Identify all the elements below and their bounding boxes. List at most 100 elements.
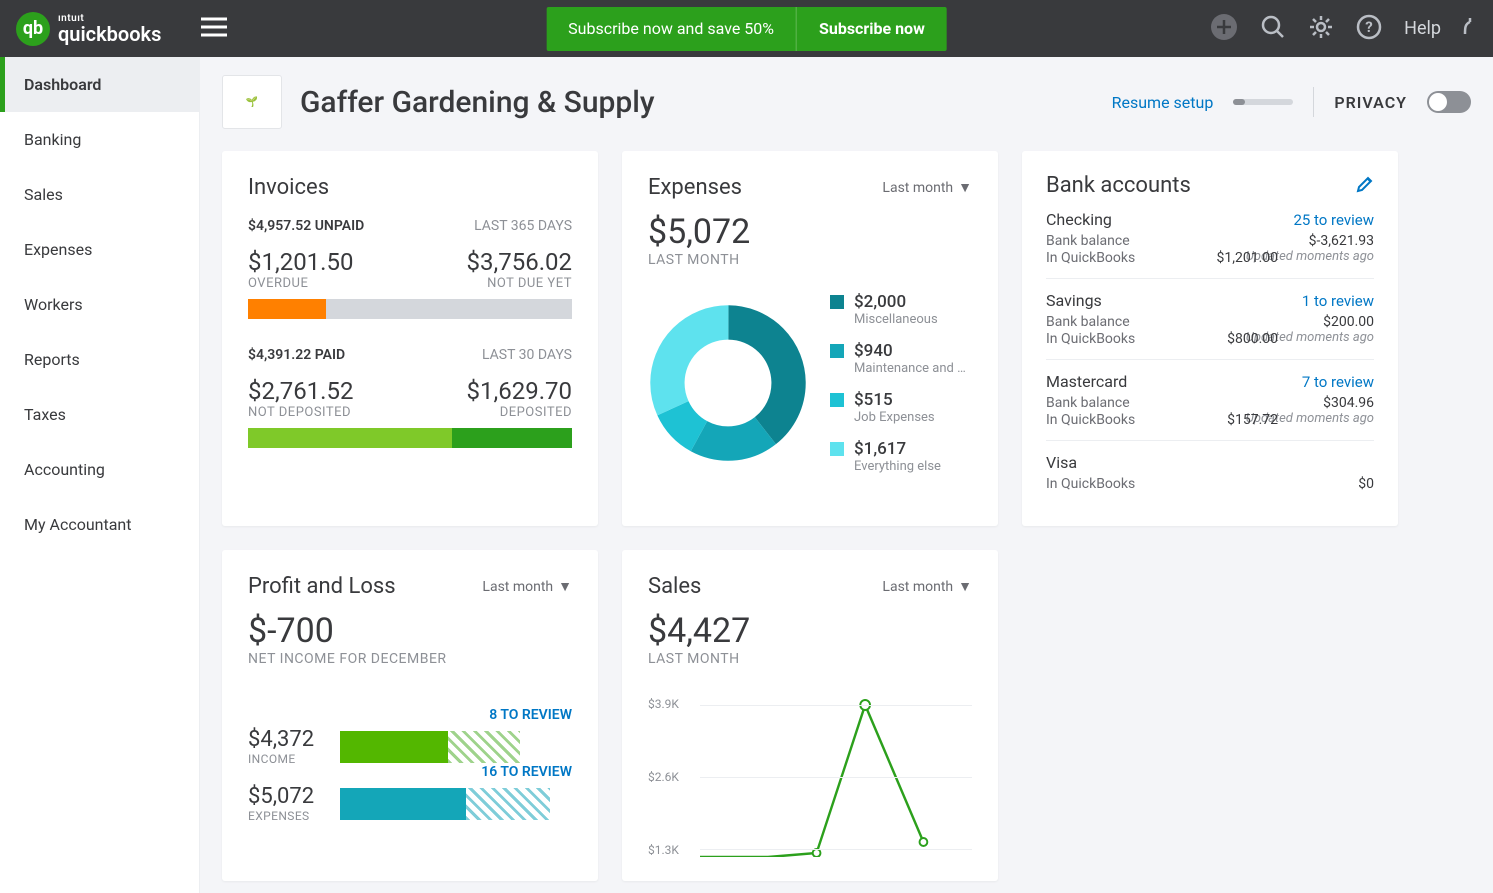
legend-swatch <box>830 393 844 407</box>
bank-balance-value: $200.00 <box>1323 314 1374 330</box>
card-title: Invoices <box>248 175 572 200</box>
card-title: Bank accounts <box>1046 173 1191 198</box>
period-label: Last month <box>882 180 953 196</box>
pl-period-select[interactable]: Last month ▼ <box>482 578 572 595</box>
add-icon[interactable] <box>1210 13 1238 45</box>
bank-balance-value: $-3,621.93 <box>1309 233 1374 249</box>
invoices-overdue-amount: $1,201.50 <box>248 248 353 276</box>
invoices-paid-amount: $4,391.22 PAID <box>248 347 345 363</box>
invoices-notdep-amount: $2,761.52 <box>248 377 353 405</box>
pl-expenses-row: $5,072 EXPENSES 16 TO REVIEW <box>248 784 572 823</box>
search-icon[interactable] <box>1260 14 1286 44</box>
sidebar-item-taxes[interactable]: Taxes <box>0 387 199 442</box>
promo-banner[interactable]: Subscribe now and save 50% Subscribe now <box>546 7 947 51</box>
bank-balance-value: $304.96 <box>1323 395 1374 411</box>
legend-value: $940 <box>854 341 966 361</box>
header-separator <box>1313 87 1314 117</box>
invoices-card: Invoices $4,957.52 UNPAID LAST 365 DAYS … <box>222 151 598 526</box>
bank-account-checking[interactable]: Checking25 to review Bank balance$-3,621… <box>1046 198 1374 279</box>
resume-setup-link[interactable]: Resume setup <box>1112 93 1214 112</box>
sidebar-item-expenses[interactable]: Expenses <box>0 222 199 277</box>
invoices-dep-label: DEPOSITED <box>500 405 572 420</box>
period-label: Last month <box>482 579 553 595</box>
bank-name: Checking <box>1046 210 1112 229</box>
bank-account-visa[interactable]: Visa In QuickBooks$0 <box>1046 441 1374 504</box>
qb-logo-icon: qb <box>16 12 50 46</box>
sales-card: Sales Last month ▼ $4,427 LAST MONTH $3.… <box>622 550 998 881</box>
sidebar-item-sales[interactable]: Sales <box>0 167 199 222</box>
bank-account-savings[interactable]: Savings1 to review Bank balance$200.00Up… <box>1046 279 1374 360</box>
logo-name: quickbooks <box>58 24 161 44</box>
legend-swatch <box>830 442 844 456</box>
svg-text:?: ? <box>1365 18 1372 36</box>
legend-value: $515 <box>854 390 935 410</box>
pl-expenses-review-link[interactable]: 16 TO REVIEW <box>481 764 572 780</box>
sidebar-item-reports[interactable]: Reports <box>0 332 199 387</box>
card-title: Sales <box>648 574 701 599</box>
sidebar-item-my-accountant[interactable]: My Accountant <box>0 497 199 552</box>
invoices-unpaid-bar <box>248 299 572 319</box>
qb-balance-value: $0 <box>1358 476 1374 492</box>
sidebar: Dashboard Banking Sales Expenses Workers… <box>0 57 200 893</box>
legend-value: $2,000 <box>854 292 938 312</box>
sidebar-item-label: My Accountant <box>24 515 131 534</box>
sidebar-item-label: Taxes <box>24 405 66 424</box>
sales-period-select[interactable]: Last month ▼ <box>882 578 972 595</box>
hamburger-menu-icon[interactable] <box>201 17 227 41</box>
bell-icon[interactable] <box>1463 14 1477 44</box>
quickbooks-logo[interactable]: qb ıntuıt quickbooks <box>16 12 161 46</box>
bank-review-link[interactable]: 1 to review <box>1302 292 1374 310</box>
help-link[interactable]: Help <box>1404 18 1441 39</box>
privacy-toggle[interactable] <box>1427 91 1471 113</box>
card-title: Profit and Loss <box>248 574 396 599</box>
chevron-down-icon: ▼ <box>958 179 972 196</box>
promo-text: Subscribe now and save 50% <box>546 19 796 38</box>
expenses-period-select[interactable]: Last month ▼ <box>882 179 972 196</box>
sidebar-item-workers[interactable]: Workers <box>0 277 199 332</box>
y-tick: $1.3K <box>648 843 694 857</box>
profit-loss-card: Profit and Loss Last month ▼ $-700 NET I… <box>222 550 598 881</box>
qb-balance-label: In QuickBooks <box>1046 250 1135 266</box>
bank-review-link[interactable]: 25 to review <box>1293 211 1374 229</box>
legend-item: $1,617Everything else <box>830 439 966 474</box>
invoices-unpaid-amount: $4,957.52 UNPAID <box>248 218 364 234</box>
qb-balance-value: $1,201.00 <box>1216 250 1278 266</box>
gear-icon[interactable] <box>1308 14 1334 44</box>
sidebar-item-accounting[interactable]: Accounting <box>0 442 199 497</box>
legend-label: Job Expenses <box>854 410 935 425</box>
promo-cta[interactable]: Subscribe now <box>796 7 947 51</box>
pl-net: $-700 <box>248 611 572 651</box>
bank-review-link[interactable]: 7 to review <box>1302 373 1374 391</box>
pl-income-review-link[interactable]: 8 TO REVIEW <box>489 707 572 723</box>
sidebar-item-label: Banking <box>24 130 81 149</box>
expenses-legend: $2,000Miscellaneous $940Maintenance and … <box>830 292 966 474</box>
legend-item: $515Job Expenses <box>830 390 966 425</box>
legend-item: $940Maintenance and … <box>830 341 966 376</box>
sidebar-item-banking[interactable]: Banking <box>0 112 199 167</box>
legend-label: Maintenance and … <box>854 361 966 376</box>
pl-income-row: $4,372 INCOME 8 TO REVIEW <box>248 727 572 766</box>
period-label: Last month <box>882 579 953 595</box>
legend-swatch <box>830 344 844 358</box>
invoices-notdep-label: NOT DEPOSITED <box>248 405 353 420</box>
pencil-icon[interactable] <box>1356 175 1374 197</box>
legend-value: $1,617 <box>854 439 941 459</box>
legend-label: Everything else <box>854 459 941 474</box>
sales-sublabel: LAST MONTH <box>648 651 972 667</box>
qb-balance-value: $800.00 <box>1227 331 1278 347</box>
expenses-card: Expenses Last month ▼ $5,072 LAST MONTH <box>622 151 998 526</box>
bank-name: Mastercard <box>1046 372 1127 391</box>
sales-total: $4,427 <box>648 611 972 651</box>
help-icon[interactable]: ? <box>1356 14 1382 44</box>
company-avatar[interactable]: 🌱 <box>222 75 282 129</box>
bank-account-mastercard[interactable]: Mastercard7 to review Bank balance$304.9… <box>1046 360 1374 441</box>
sidebar-item-label: Sales <box>24 185 63 204</box>
y-tick: $2.6K <box>648 770 694 784</box>
legend-swatch <box>830 295 844 309</box>
chevron-down-icon: ▼ <box>558 578 572 595</box>
invoices-paid-bar <box>248 428 572 448</box>
sidebar-item-dashboard[interactable]: Dashboard <box>0 57 199 112</box>
sidebar-item-label: Reports <box>24 350 80 369</box>
privacy-label: PRIVACY <box>1334 93 1407 112</box>
resume-progress-bar <box>1233 99 1293 105</box>
